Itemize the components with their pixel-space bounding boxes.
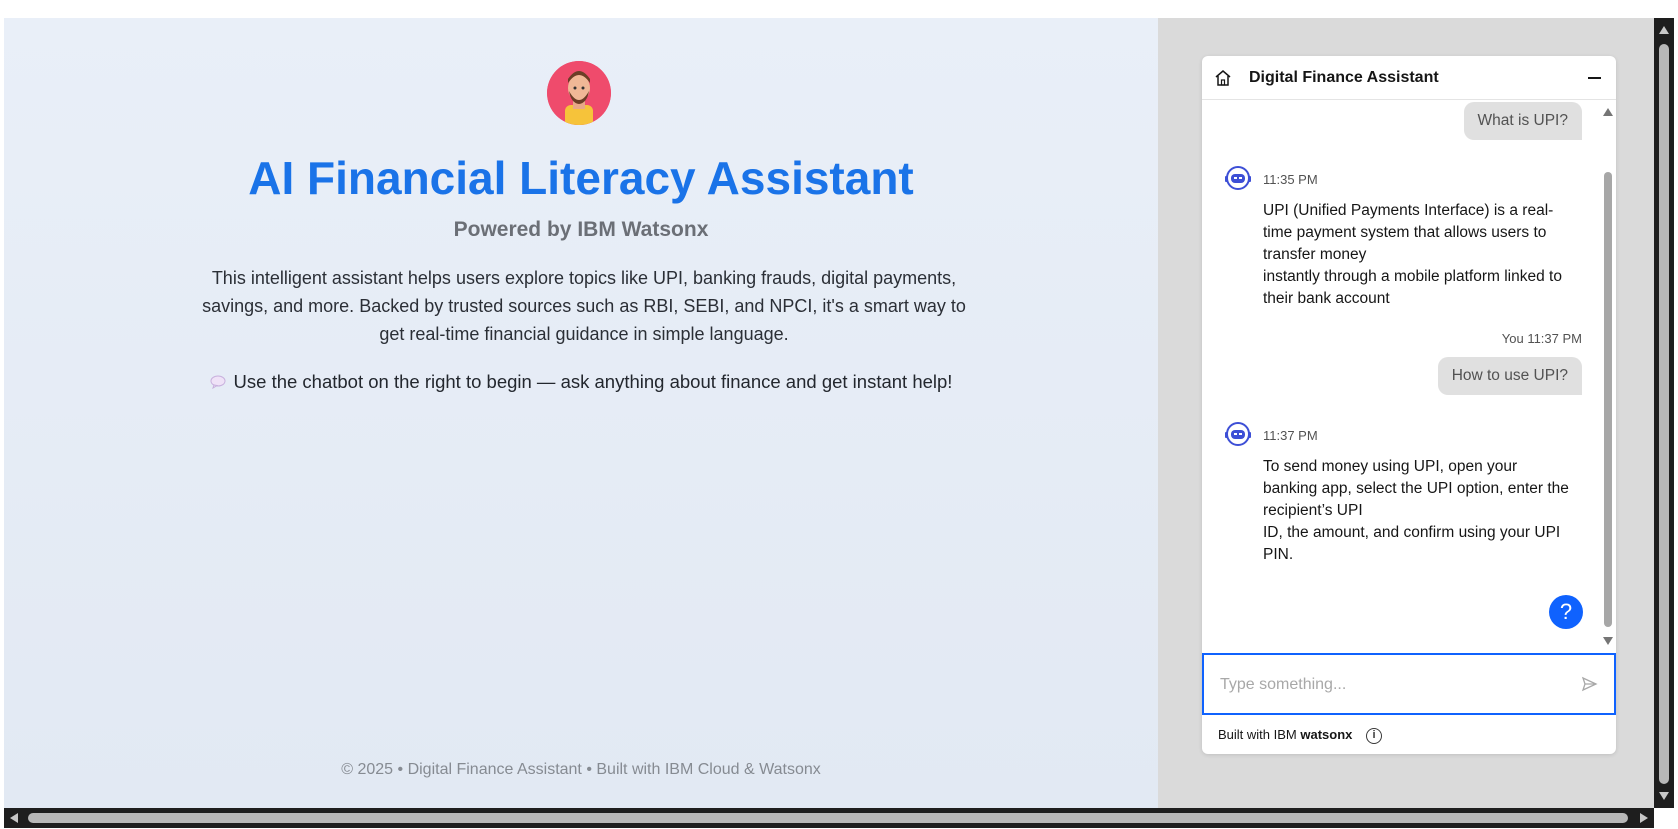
scroll-down-icon[interactable] <box>1659 792 1669 800</box>
scroll-up-icon[interactable] <box>1659 26 1669 34</box>
page-subtitle: Powered by IBM Watsonx <box>453 218 709 241</box>
home-icon[interactable] <box>1214 69 1232 87</box>
bot-avatar-icon <box>1224 420 1252 448</box>
bot-message: To send money using UPI, open your banki… <box>1263 458 1569 563</box>
chat-messages: What is UPI? 11:35 PM UPI (Unified Payme… <box>1202 100 1616 653</box>
built-with-label: Built with IBM watsonx <box>1218 727 1352 742</box>
chat-widget: Digital Finance Assistant What is UPI? 1… <box>1202 56 1616 754</box>
hint-line: Use the chatbot on the right to begin — … <box>4 371 1158 394</box>
user-message: How to use UPI? <box>1437 357 1582 395</box>
help-button[interactable]: ? <box>1549 595 1583 629</box>
speech-bubble-icon <box>210 372 226 394</box>
scroll-down-icon[interactable] <box>1603 637 1613 645</box>
scroll-thumb[interactable] <box>1604 172 1612 627</box>
scroll-right-icon[interactable] <box>1640 813 1648 823</box>
scroll-thumb[interactable] <box>1659 44 1669 784</box>
landing-panel: AI Financial Literacy Assistant Powered … <box>4 18 1158 808</box>
chat-title: Digital Finance Assistant <box>1249 69 1439 86</box>
info-icon[interactable]: i <box>1366 728 1382 744</box>
scroll-left-icon[interactable] <box>10 813 18 823</box>
page-description: This intelligent assistant helps users e… <box>202 268 966 344</box>
minimize-button[interactable] <box>1584 67 1606 89</box>
built-prefix: Built with IBM <box>1218 727 1301 742</box>
bot-message: UPI (Unified Payments Interface) is a re… <box>1263 202 1562 307</box>
scroll-up-icon[interactable] <box>1603 108 1613 116</box>
page-horizontal-scrollbar[interactable] <box>4 808 1654 828</box>
chat-scrollbar[interactable] <box>1602 100 1614 653</box>
watsonx-brand: watsonx <box>1300 727 1353 742</box>
chat-header: Digital Finance Assistant <box>1202 56 1616 100</box>
bot-avatar-icon <box>1224 164 1252 192</box>
page-title: AI Financial Literacy Assistant <box>248 152 914 204</box>
bot-message-time: 11:37 PM <box>1263 428 1318 443</box>
scroll-thumb[interactable] <box>28 813 1628 823</box>
user-message-time: You 11:37 PM <box>1501 331 1582 346</box>
page-vertical-scrollbar[interactable] <box>1654 18 1674 808</box>
chat-input-container <box>1202 653 1616 715</box>
bot-message-time: 11:35 PM <box>1263 172 1318 187</box>
chat-input[interactable] <box>1220 673 1560 697</box>
send-icon[interactable] <box>1580 675 1598 693</box>
user-avatar-icon <box>547 61 611 125</box>
page-footer: © 2025 • Digital Finance Assistant • Bui… <box>341 761 821 778</box>
hint-text: Use the chatbot on the right to begin — … <box>233 371 953 392</box>
user-message: What is UPI? <box>1463 102 1582 140</box>
